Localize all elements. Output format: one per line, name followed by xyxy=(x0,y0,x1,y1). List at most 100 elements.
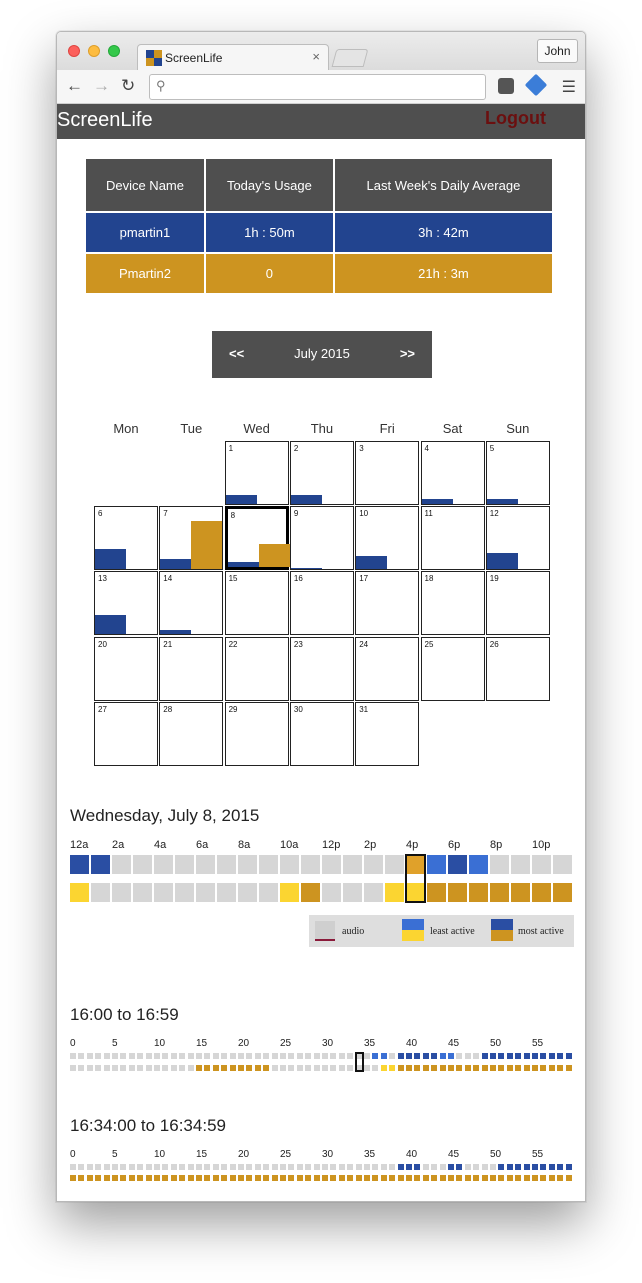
device2-slot[interactable] xyxy=(254,1175,261,1181)
device2-slot[interactable] xyxy=(238,1175,244,1181)
device1-slot[interactable] xyxy=(515,1053,522,1059)
device1-slot[interactable] xyxy=(187,1053,194,1059)
device1-slot[interactable] xyxy=(238,1053,244,1059)
device1-slot[interactable] xyxy=(313,1164,320,1170)
device2-slot[interactable] xyxy=(112,1065,118,1071)
table-row[interactable]: pmartin1 1h : 50m 3h : 42m xyxy=(86,213,552,252)
device1-slot[interactable] xyxy=(532,1164,538,1170)
device2-hour-cell[interactable] xyxy=(385,883,404,902)
device2-slot[interactable] xyxy=(137,1175,144,1181)
device1-hour-cell[interactable] xyxy=(70,855,89,874)
device1-slot[interactable] xyxy=(506,1164,513,1170)
device2-slot[interactable] xyxy=(389,1175,396,1181)
device2-slot[interactable] xyxy=(86,1065,93,1071)
device1-slot[interactable] xyxy=(515,1164,522,1170)
device2-slot[interactable] xyxy=(330,1175,337,1181)
device2-slot[interactable] xyxy=(254,1065,261,1071)
evernote-extension-icon[interactable] xyxy=(498,78,514,94)
device1-slot[interactable] xyxy=(112,1053,118,1059)
device1-slot[interactable] xyxy=(288,1053,295,1059)
device1-slot[interactable] xyxy=(103,1164,110,1170)
device2-hour-cell[interactable] xyxy=(490,883,509,902)
device1-slot[interactable] xyxy=(313,1053,320,1059)
device1-slot[interactable] xyxy=(78,1053,85,1059)
device1-slot[interactable] xyxy=(70,1053,76,1059)
device2-slot[interactable] xyxy=(154,1065,160,1071)
device1-hour-cell[interactable] xyxy=(112,855,131,874)
device2-slot[interactable] xyxy=(296,1065,303,1071)
device2-slot[interactable] xyxy=(498,1175,505,1181)
table-row[interactable]: Pmartin2 0 21h : 3m xyxy=(86,254,552,293)
device2-slot[interactable] xyxy=(490,1065,496,1071)
device1-slot[interactable] xyxy=(498,1053,505,1059)
device2-slot[interactable] xyxy=(288,1065,295,1071)
address-bar[interactable]: ⚲ xyxy=(149,74,486,100)
calendar-day-cell[interactable]: 31 xyxy=(355,701,420,766)
device1-hour-cell[interactable] xyxy=(364,855,383,874)
device1-slot[interactable] xyxy=(271,1164,278,1170)
device1-hour-cell[interactable] xyxy=(427,855,446,874)
close-window-button[interactable] xyxy=(68,45,80,57)
device2-slot[interactable] xyxy=(372,1065,379,1071)
device1-hour-cell[interactable] xyxy=(175,855,194,874)
device2-slot[interactable] xyxy=(162,1175,169,1181)
logout-link[interactable]: Logout xyxy=(485,108,546,129)
device2-slot[interactable] xyxy=(187,1065,194,1071)
device1-hour-cell[interactable] xyxy=(133,855,152,874)
device1-hour-cell[interactable] xyxy=(238,855,257,874)
device2-slot[interactable] xyxy=(448,1175,454,1181)
calendar-day-cell[interactable]: 13 xyxy=(94,571,158,636)
device1-slot[interactable] xyxy=(523,1164,530,1170)
device1-slot[interactable] xyxy=(280,1053,286,1059)
device2-slot[interactable] xyxy=(120,1175,127,1181)
device1-slot[interactable] xyxy=(296,1053,303,1059)
device1-slot[interactable] xyxy=(288,1164,295,1170)
device1-hour-cell[interactable] xyxy=(532,855,551,874)
device2-slot[interactable] xyxy=(397,1065,404,1071)
app-brand[interactable]: ScreenLife xyxy=(57,109,153,132)
device1-slot[interactable] xyxy=(557,1164,564,1170)
device1-slot[interactable] xyxy=(431,1164,438,1170)
device1-hour-cell[interactable] xyxy=(553,855,572,874)
device1-hour-cell[interactable] xyxy=(448,855,467,874)
device1-slot[interactable] xyxy=(137,1164,144,1170)
device2-slot[interactable] xyxy=(473,1175,480,1181)
device1-hour-cell[interactable] xyxy=(196,855,215,874)
menu-icon[interactable]: ☰ xyxy=(562,77,576,97)
device1-hour-cell[interactable] xyxy=(511,855,530,874)
device1-slot[interactable] xyxy=(263,1053,270,1059)
calendar-day-cell[interactable]: 24 xyxy=(355,636,420,701)
device2-slot[interactable] xyxy=(523,1065,530,1071)
device1-slot[interactable] xyxy=(330,1053,337,1059)
device1-slot[interactable] xyxy=(187,1164,194,1170)
calendar-day-cell[interactable]: 15 xyxy=(224,571,289,636)
calendar-day-cell[interactable]: 17 xyxy=(355,571,420,636)
device2-slot[interactable] xyxy=(246,1175,253,1181)
device2-hour-cell[interactable] xyxy=(259,883,278,902)
calendar-day-cell[interactable]: 18 xyxy=(420,571,485,636)
device1-slot[interactable] xyxy=(414,1164,421,1170)
device1-slot[interactable] xyxy=(506,1053,513,1059)
device2-hour-cell[interactable] xyxy=(196,883,215,902)
device2-slot[interactable] xyxy=(565,1065,572,1071)
device1-slot[interactable] xyxy=(347,1164,354,1170)
extension-diamond-icon[interactable] xyxy=(524,73,548,97)
device2-hour-cell[interactable] xyxy=(553,883,572,902)
device1-slot[interactable] xyxy=(103,1053,110,1059)
device2-slot[interactable] xyxy=(204,1065,211,1071)
device2-hour-cell[interactable] xyxy=(427,883,446,902)
device2-hour-cell[interactable] xyxy=(175,883,194,902)
device1-slot[interactable] xyxy=(246,1164,253,1170)
device2-slot[interactable] xyxy=(439,1175,446,1181)
device1-slot[interactable] xyxy=(128,1053,135,1059)
device2-slot[interactable] xyxy=(372,1175,379,1181)
device2-slot[interactable] xyxy=(162,1065,169,1071)
device1-slot[interactable] xyxy=(246,1053,253,1059)
device1-slot[interactable] xyxy=(162,1053,169,1059)
device1-slot[interactable] xyxy=(271,1053,278,1059)
calendar-day-cell[interactable]: 28 xyxy=(159,701,224,766)
forward-arrow-icon[interactable]: → xyxy=(93,77,110,95)
device1-slot[interactable] xyxy=(162,1164,169,1170)
selected-hour-highlight[interactable] xyxy=(405,854,426,903)
device2-slot[interactable] xyxy=(128,1065,135,1071)
